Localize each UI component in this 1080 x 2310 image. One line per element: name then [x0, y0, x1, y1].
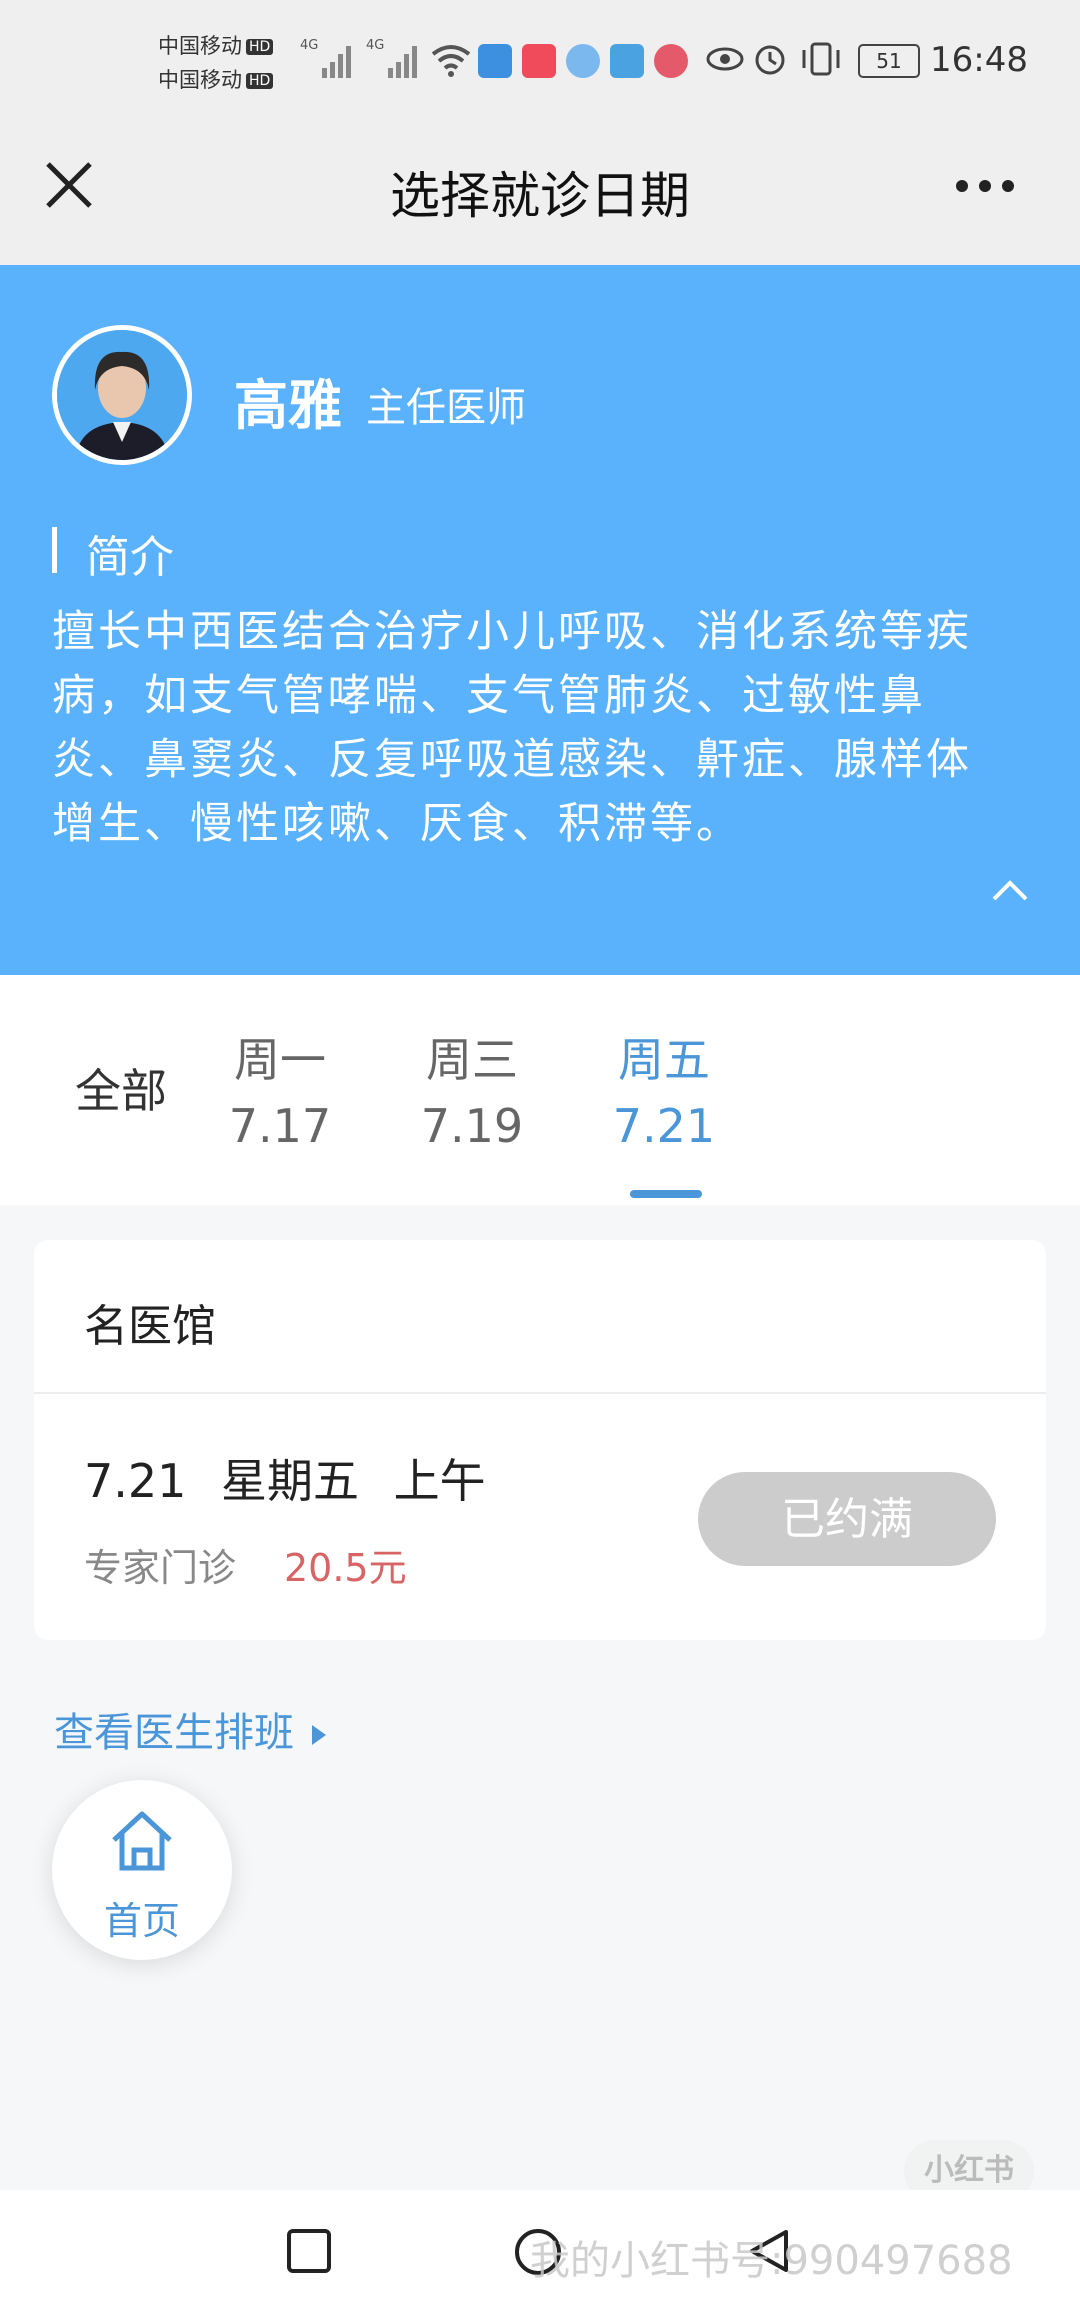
- signal-icon: [322, 46, 351, 78]
- cloud-app-icon: [610, 44, 644, 78]
- home-label: 首页: [103, 1899, 180, 1943]
- view-schedule-link[interactable]: 查看医生排班: [54, 1700, 326, 1758]
- fully-booked-button[interactable]: 已约满: [698, 1472, 996, 1566]
- active-tab-indicator: [630, 1190, 702, 1198]
- system-nav-bar: 我的小红书号:990497688: [0, 2190, 1080, 2310]
- status-bar: 中国移动 HD 中国移动 HD 4G 4G 51 16:48: [0, 0, 1080, 120]
- signal-icon-2: [388, 46, 417, 78]
- intro-text: 擅长中西医结合治疗小儿呼吸、消化系统等疾病，如支气管哮喘、支气管肺炎、过敏性鼻炎…: [52, 607, 972, 849]
- carrier-label-2: 中国移动 HD: [158, 64, 274, 94]
- vibrate-icon: [802, 42, 840, 76]
- xiaohongshu-app-icon: [522, 44, 556, 78]
- price: 20.5元: [284, 1546, 407, 1590]
- globe-app-icon: [566, 44, 600, 78]
- tab-date: 7.19: [420, 1099, 524, 1153]
- recent-apps-icon[interactable]: [286, 2228, 332, 2274]
- home-icon: [112, 1811, 172, 1871]
- carrier-label-1: 中国移动 HD: [158, 30, 274, 60]
- divider: [34, 1392, 1046, 1394]
- doctor-title: 主任医师: [366, 385, 526, 431]
- arrow-right-icon: [312, 1725, 326, 1745]
- intro-marker: [52, 527, 57, 573]
- doctor-avatar: [52, 325, 192, 465]
- tab-day: 周一: [234, 1033, 326, 1087]
- shield-app-icon: [478, 44, 512, 78]
- battery-icon: 51: [858, 44, 920, 78]
- wifi-icon: [431, 45, 471, 77]
- alarm-icon: [755, 45, 785, 75]
- date-tabs: 全部 周一 7.17 周三 7.19 周五 7.21: [0, 975, 1080, 1205]
- collapse-chevron-up-icon[interactable]: [990, 877, 1030, 903]
- appointment-card: 名医馆 7.21 星期五 上午 专家门诊 20.5元 已约满: [34, 1240, 1046, 1640]
- clock: 16:48: [930, 40, 1028, 80]
- network-label-2: 4G: [366, 38, 385, 53]
- network-label-1: 4G: [300, 38, 319, 53]
- tab-all[interactable]: 全部: [75, 1055, 167, 1121]
- home-button[interactable]: 首页: [52, 1780, 232, 1960]
- more-icon[interactable]: [954, 176, 1016, 196]
- doctor-name: 高雅: [234, 374, 342, 437]
- watermark-text: 我的小红书号:990497688: [530, 2238, 1013, 2284]
- page-title: 选择就诊日期: [390, 167, 690, 225]
- doctor-photo: [57, 330, 187, 460]
- tab-day: 周三: [426, 1033, 518, 1087]
- doctor-profile-panel: 高雅 主任医师 简介 擅长中西医结合治疗小儿呼吸、消化系统等疾病，如支气管哮喘、…: [0, 265, 1080, 975]
- bank-app-icon: [654, 44, 688, 78]
- tab-day: 周五: [618, 1033, 710, 1087]
- tab-wednesday[interactable]: 周三 7.19: [412, 1027, 532, 1159]
- intro-label: 简介: [86, 532, 174, 583]
- tab-date: 7.17: [228, 1099, 332, 1153]
- top-navbar: 选择就诊日期: [0, 120, 1080, 265]
- clinic-type: 专家门诊: [84, 1546, 237, 1590]
- hospital-name: 名医馆: [84, 1301, 216, 1352]
- tab-monday[interactable]: 周一 7.17: [220, 1027, 340, 1159]
- tab-date: 7.21: [612, 1099, 716, 1153]
- eye-icon: [706, 47, 744, 71]
- appointment-slot: 7.21 星期五 上午: [84, 1454, 486, 1508]
- tab-friday[interactable]: 周五 7.21: [604, 1027, 724, 1159]
